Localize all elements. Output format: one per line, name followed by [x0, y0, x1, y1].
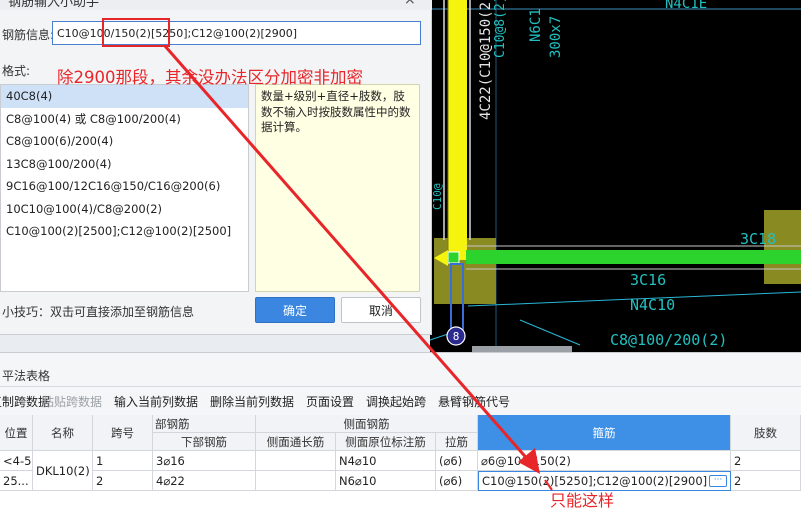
label-3c16: 3C16 [630, 271, 666, 289]
close-icon[interactable]: × [404, 0, 416, 8]
toolbar-cantilever-code[interactable]: 悬臂钢筋代号 [438, 393, 510, 410]
dimension-line [519, 319, 581, 346]
header-span: 跨号 [93, 415, 153, 451]
toolbar-page-setup[interactable]: 页面设置 [306, 393, 354, 410]
ok-button[interactable]: 确定 [255, 297, 335, 323]
format-item[interactable]: C8@100(6)/200(4) [1, 130, 248, 153]
cad-canvas: 8 4C22(C10@150(2 C10@8(2) N6C1 300x7 N4C… [430, 0, 801, 352]
header-side-group: 侧面钢筋 [256, 415, 478, 433]
toolbar-delete-column[interactable]: 删除当前列数据 [210, 393, 294, 410]
cell-side-through[interactable] [256, 471, 336, 491]
header-name: 名称 [33, 415, 93, 451]
dialog-titlebar: 钢筋输入小助手 × [0, 0, 432, 10]
cell-bottom-rebar[interactable]: 3⌀16 [153, 451, 256, 471]
header-bottom-group: 部钢筋 [153, 415, 256, 433]
annotation-note-top: 除2900那段，其余没办法区分加密非加密 [57, 68, 363, 87]
header-legs: 肢数 [731, 415, 801, 451]
cell-span[interactable]: 1 [93, 451, 153, 471]
format-item[interactable]: 40C8(4) [1, 85, 248, 108]
header-bottom-rebar: 下部钢筋 [153, 433, 256, 451]
cell-span[interactable]: 2 [93, 471, 153, 491]
cell-position[interactable]: 25... [0, 471, 33, 491]
toolbar-swap-start[interactable]: 调换起始跨 [366, 393, 426, 410]
header-position: 位置 [0, 415, 33, 451]
header-side-original: 侧面原位标注筋 [336, 433, 436, 451]
divider [0, 386, 801, 387]
more-icon[interactable]: ··· [709, 475, 727, 487]
cell-tie[interactable]: (⌀6) [436, 471, 478, 491]
label-vertical-main: 4C22(C10@150(2 [478, 2, 494, 120]
format-item[interactable]: 13C8@100/200(4) [1, 153, 248, 176]
format-item[interactable]: C8@100(4) 或 C8@100/200(4) [1, 108, 248, 131]
label-vertical-right: N6C1 [528, 8, 544, 42]
axis-number: 8 [453, 330, 460, 343]
selection-marker [447, 251, 460, 264]
label-vertical-right2: 300x7 [548, 16, 564, 58]
format-description: 数量+级别+直径+肢数，肢数不输入时按肢数属性中的数据计算。 [255, 84, 420, 292]
cell-stirrup-text: C10@150(2)[5250];C12@100(2)[2900] [482, 474, 708, 488]
rebar-input-assistant-dialog: 钢筋输入小助手 × 钢筋信息: 格式: 40C8(4) C8@100(4) 或 … [0, 0, 432, 335]
format-item[interactable]: 10C10@100(4)/C8@200(2) [1, 198, 248, 221]
cell-name[interactable]: DKL10(2) [33, 451, 93, 491]
flat-method-table-panel: 平法表格 复制跨数据 粘贴跨数据 输入当前列数据 删除当前列数据 页面设置 调换… [0, 352, 801, 518]
annotation-note-bottom: 只能这样 [550, 491, 615, 510]
cell-side-through[interactable] [256, 451, 336, 471]
header-side-through: 侧面通长筋 [256, 433, 336, 451]
cancel-button[interactable]: 取消 [341, 297, 421, 323]
rebar-info-input[interactable] [52, 21, 421, 45]
empty-row [0, 491, 801, 518]
format-list[interactable]: 40C8(4) C8@100(4) 或 C8@100/200(4) C8@100… [0, 84, 249, 292]
label-stirrup: C8@100/200(2) [610, 331, 727, 349]
dialog-title: 钢筋输入小助手 [8, 0, 100, 10]
format-label: 格式: [2, 64, 31, 78]
toolbar-paste-span[interactable]: 粘贴跨数据 [42, 393, 102, 410]
format-item[interactable]: 9C16@100/12C16@150/C16@200(6) [1, 175, 248, 198]
header-tie: 拉筋 [436, 433, 478, 451]
panel-title: 平法表格 [2, 369, 51, 383]
label-n4c10: N4C10 [630, 296, 675, 314]
svg-text:C10@: C10@ [431, 183, 444, 210]
cell-bottom-rebar[interactable]: 4⌀22 [153, 471, 256, 491]
toolbar-input-column[interactable]: 输入当前列数据 [114, 393, 198, 410]
cell-side-original[interactable]: N6⌀10 [336, 471, 436, 491]
rebar-info-label: 钢筋信息: [2, 28, 55, 42]
cad-drawing-area[interactable]: 8 4C22(C10@150(2 C10@8(2) N6C1 300x7 N4C… [430, 0, 801, 352]
tip-text: 小技巧：双击可直接添加至钢筋信息 [2, 305, 195, 319]
header-stirrup: 箍筋 [478, 415, 731, 451]
cell-stirrup[interactable]: ⌀6@100/150(2) [478, 451, 731, 471]
rebar-table: 位置 名称 跨号 部钢筋 侧面钢筋 箍筋 肢数 下部钢筋 侧面通长筋 侧面原位标… [0, 415, 801, 518]
label-3c18: 3C18 [740, 230, 776, 248]
beam-vertical-yellow [448, 0, 467, 260]
format-item[interactable]: C10@100(2)[2500];C12@100(2)[2500] [1, 220, 248, 243]
cell-position[interactable]: <4-50; [0, 451, 33, 471]
label-small-v: C10@8(2) [493, 0, 508, 58]
beam-horizontal-green [466, 250, 801, 264]
cell-legs[interactable]: 2 [731, 471, 801, 491]
cell-side-original[interactable]: N4⌀10 [336, 451, 436, 471]
cell-tie[interactable]: (⌀6) [436, 451, 478, 471]
label-top-right: N4C1E [665, 0, 707, 12]
cell-legs[interactable]: 2 [731, 451, 801, 471]
